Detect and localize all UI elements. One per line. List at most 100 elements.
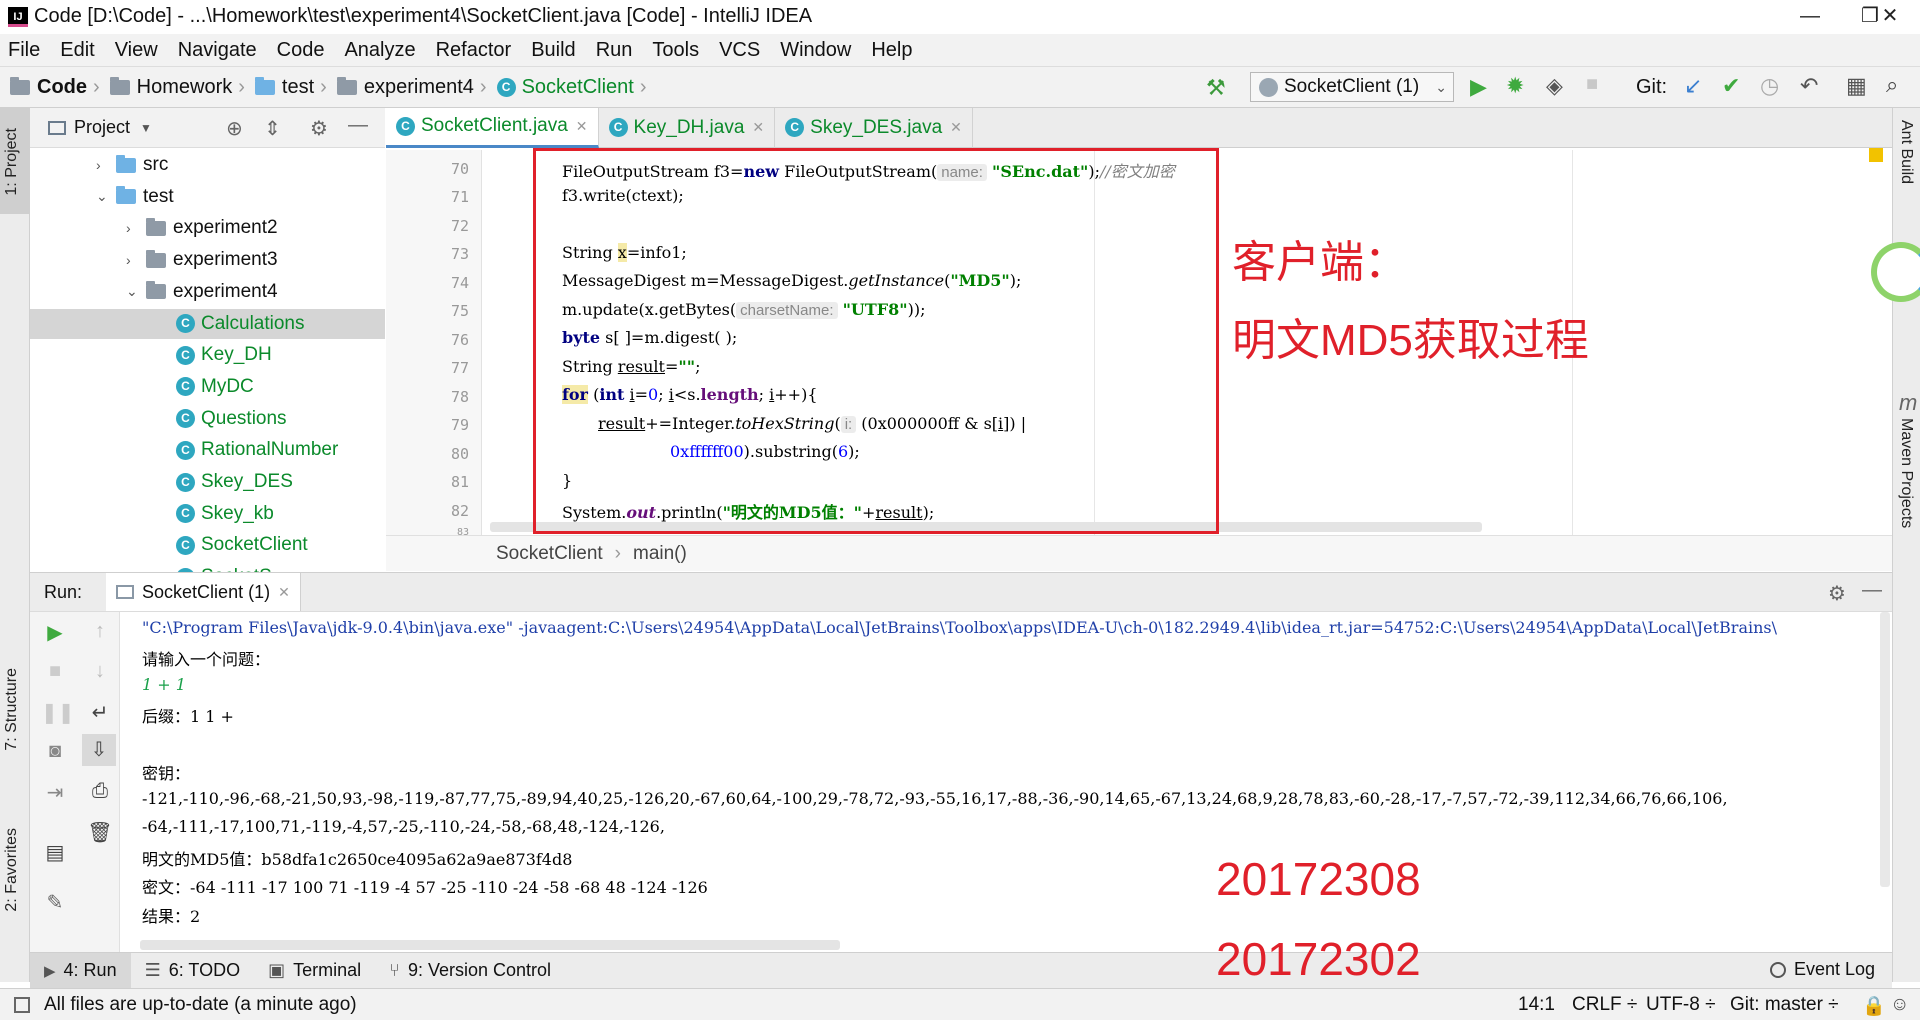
crumb-test[interactable]: test › bbox=[254, 76, 327, 99]
tree-item-key-dh[interactable]: C Key_DH bbox=[30, 340, 385, 370]
menu-vcs[interactable]: VCS bbox=[719, 39, 760, 62]
tab-key-dh-java[interactable]: C Key_DH.java ✕ bbox=[599, 107, 776, 148]
event-log-button[interactable]: Event Log bbox=[1770, 959, 1875, 980]
menu-help[interactable]: Help bbox=[871, 39, 912, 62]
up-arrow-icon[interactable]: ↑ bbox=[86, 620, 114, 643]
line-separator[interactable]: CRLF ÷ bbox=[1572, 994, 1637, 1016]
console-vertical-scrollbar[interactable] bbox=[1880, 612, 1890, 887]
close-tab-icon[interactable]: ✕ bbox=[752, 119, 764, 136]
tab-skey-des-java[interactable]: C Skey_DES.java ✕ bbox=[775, 107, 973, 148]
menu-file[interactable]: File bbox=[8, 39, 40, 62]
crumb-homework[interactable]: Homework › bbox=[109, 76, 245, 99]
git-branch[interactable]: Git: master ÷ bbox=[1730, 994, 1839, 1016]
git-commit-icon[interactable]: ✔ bbox=[1722, 73, 1740, 99]
bottom-tab-run[interactable]: ▶ 4: Run bbox=[30, 952, 131, 989]
tree-item-experiment3[interactable]: › experiment3 bbox=[30, 245, 385, 275]
tree-item-skey-des[interactable]: C Skey_DES bbox=[30, 467, 385, 497]
tree-item-experiment2[interactable]: › experiment2 bbox=[30, 213, 385, 243]
cursor-position[interactable]: 14:1 bbox=[1518, 994, 1555, 1016]
pin-icon[interactable]: ✎ bbox=[41, 890, 69, 915]
favorites-tool-tab[interactable]: 2: Favorites bbox=[3, 828, 21, 912]
tree-item-test[interactable]: ⌄ test bbox=[30, 182, 385, 212]
soft-wrap-icon[interactable]: ↵ bbox=[86, 700, 114, 725]
locate-file-icon[interactable]: ⊕ bbox=[226, 116, 243, 141]
expand-arrow-icon[interactable]: ⌄ bbox=[96, 188, 116, 205]
menu-edit[interactable]: Edit bbox=[60, 39, 94, 62]
close-tab-icon[interactable]: ✕ bbox=[278, 584, 290, 601]
menu-analyze[interactable]: Analyze bbox=[344, 39, 415, 62]
project-structure-icon[interactable]: ▦ bbox=[1846, 73, 1867, 99]
bottom-tab-terminal[interactable]: ▣ Terminal bbox=[254, 953, 375, 989]
menu-tools[interactable]: Tools bbox=[652, 39, 699, 62]
file-encoding[interactable]: UTF-8 ÷ bbox=[1646, 994, 1716, 1016]
coverage-icon[interactable]: ◈ bbox=[1546, 73, 1563, 99]
expand-arrow-icon[interactable]: › bbox=[126, 220, 146, 236]
hide-panel-icon[interactable]: — bbox=[1862, 579, 1882, 602]
menu-run[interactable]: Run bbox=[596, 39, 633, 62]
down-arrow-icon[interactable]: ↓ bbox=[86, 660, 114, 683]
console-horizontal-scrollbar[interactable] bbox=[140, 940, 840, 950]
tree-item-calculations[interactable]: C Calculations bbox=[30, 308, 385, 339]
revert-icon[interactable]: ↶ bbox=[1800, 73, 1818, 99]
stop-icon[interactable]: ■ bbox=[41, 660, 69, 683]
chevron-down-icon[interactable]: ▼ bbox=[140, 121, 152, 135]
expand-arrow-icon[interactable]: › bbox=[96, 157, 116, 173]
tool-windows-toggle-icon[interactable] bbox=[14, 996, 30, 1013]
menu-window[interactable]: Window bbox=[780, 39, 851, 62]
tree-item-rationalnumber[interactable]: C RationalNumber bbox=[30, 435, 385, 465]
pause-icon[interactable]: ❚❚ bbox=[41, 700, 75, 725]
menu-navigate[interactable]: Navigate bbox=[178, 39, 257, 62]
tree-item-skey-kb[interactable]: C Skey_kb bbox=[30, 499, 385, 529]
project-view-label[interactable]: Project bbox=[74, 117, 130, 138]
bottom-tab-version-control[interactable]: ⑂ 9: Version Control bbox=[375, 953, 565, 989]
print-icon[interactable]: ⎙ bbox=[86, 780, 114, 803]
tree-item-socketclient[interactable]: C SocketClient bbox=[30, 530, 385, 560]
run-tab-socketclient[interactable]: SocketClient (1) ✕ bbox=[106, 573, 301, 611]
gear-icon[interactable]: ⚙ bbox=[1828, 581, 1846, 606]
run-icon[interactable]: ▶ bbox=[1470, 74, 1487, 100]
breadcrumb-method[interactable]: main() bbox=[633, 543, 687, 565]
stop-icon[interactable]: ■ bbox=[1586, 73, 1598, 96]
maven-projects-tool-tab[interactable]: Maven Projects bbox=[1897, 418, 1915, 528]
camera-icon[interactable]: ◙ bbox=[41, 740, 69, 763]
ant-build-tool-tab[interactable]: Ant Build bbox=[1897, 120, 1915, 184]
bottom-tab-todo[interactable]: ☰ 6: TODO bbox=[131, 953, 255, 989]
debug-icon[interactable]: ✹ bbox=[1506, 73, 1524, 99]
tree-item-mydc[interactable]: C MyDC bbox=[30, 372, 385, 402]
build-hammer-icon[interactable]: ⚒ bbox=[1206, 75, 1226, 101]
expand-arrow-icon[interactable]: ⌄ bbox=[126, 283, 146, 300]
structure-tool-tab[interactable]: 7: Structure bbox=[3, 668, 21, 751]
search-icon[interactable]: ⌕ bbox=[1886, 72, 1898, 98]
warning-marker-icon[interactable] bbox=[1869, 148, 1883, 162]
close-tab-icon[interactable]: ✕ bbox=[950, 119, 962, 136]
breadcrumb-class[interactable]: SocketClient bbox=[496, 543, 603, 565]
tree-item-experiment4[interactable]: ⌄ experiment4 bbox=[30, 277, 385, 307]
scroll-to-end-icon[interactable]: ⇩ bbox=[82, 734, 116, 766]
layout-icon[interactable]: ▤ bbox=[41, 840, 69, 865]
crumb-socketclient[interactable]: C SocketClient › bbox=[496, 76, 647, 99]
tab-socketclient-java[interactable]: C SocketClient.java ✕ bbox=[386, 107, 599, 148]
expand-arrow-icon[interactable]: › bbox=[126, 252, 146, 268]
menu-view[interactable]: View bbox=[115, 39, 158, 62]
exit-icon[interactable]: ⇥ bbox=[41, 780, 69, 805]
minimize-button[interactable]: — bbox=[1780, 0, 1840, 34]
crumb-code[interactable]: Code › bbox=[10, 76, 100, 99]
close-button[interactable]: ✕ bbox=[1860, 0, 1920, 34]
hide-panel-icon[interactable]: — bbox=[348, 114, 368, 137]
lock-icon[interactable]: 🔒 bbox=[1862, 994, 1886, 1018]
menu-code[interactable]: Code bbox=[277, 39, 325, 62]
run-config-dropdown[interactable]: SocketClient (1) ⌄ bbox=[1250, 72, 1454, 102]
tree-item-questions[interactable]: C Questions bbox=[30, 404, 385, 434]
crumb-experiment4[interactable]: experiment4 › bbox=[336, 76, 487, 99]
gear-icon[interactable]: ⚙ bbox=[310, 116, 328, 141]
close-tab-icon[interactable]: ✕ bbox=[576, 118, 588, 135]
menu-build[interactable]: Build bbox=[531, 39, 575, 62]
git-update-icon[interactable]: ↙ bbox=[1684, 73, 1702, 99]
inspector-icon[interactable]: ☺ bbox=[1890, 994, 1909, 1016]
collapse-all-icon[interactable]: ⇕ bbox=[264, 116, 281, 141]
tree-item-sockets[interactable]: CSocketS bbox=[30, 562, 385, 572]
rerun-icon[interactable]: ▶ bbox=[41, 620, 69, 645]
run-console[interactable]: "C:\Program Files\Java\jdk-9.0.4\bin\jav… bbox=[120, 612, 1885, 952]
menu-refactor[interactable]: Refactor bbox=[436, 39, 512, 62]
git-history-icon[interactable]: ◷ bbox=[1760, 73, 1779, 99]
